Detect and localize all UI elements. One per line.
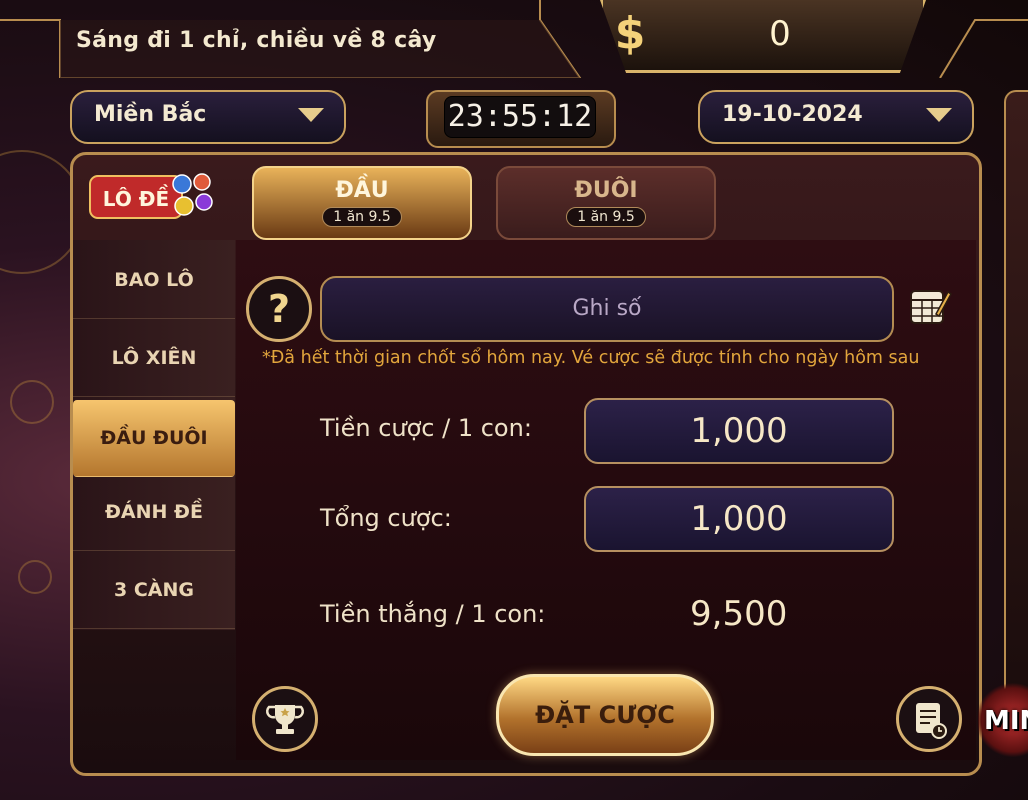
sidebar-item-lo-xien[interactable]: LÔ XIÊN bbox=[73, 320, 235, 397]
total-bet-label: Tổng cược: bbox=[320, 504, 452, 532]
bet-per-input[interactable]: 1,000 bbox=[584, 398, 894, 464]
odds-badge: 1 ăn 9.5 bbox=[566, 207, 646, 227]
odds-badge: 1 ăn 9.5 bbox=[322, 207, 402, 227]
edit-table-icon[interactable] bbox=[908, 286, 952, 328]
place-bet-button[interactable]: ĐẶT CƯỢC bbox=[496, 674, 714, 756]
win-per-value: 9,500 bbox=[690, 594, 788, 634]
number-input[interactable]: Ghi số bbox=[320, 276, 894, 342]
help-button[interactable]: ? bbox=[246, 276, 312, 342]
tab-title: ĐUÔI bbox=[574, 178, 638, 203]
bokeh-decoration bbox=[18, 560, 52, 594]
bet-per-label: Tiền cược / 1 con: bbox=[320, 414, 532, 442]
trophy-icon bbox=[266, 705, 304, 734]
slogan-text: Sáng đi 1 chỉ, chiều về 8 cây bbox=[76, 28, 437, 53]
deadline-notice: *Đã hết thời gian chốt sổ hôm nay. Vé cư… bbox=[262, 348, 920, 368]
question-icon: ? bbox=[267, 287, 291, 331]
tab-dau[interactable]: ĐẦU 1 ăn 9.5 bbox=[252, 166, 472, 240]
dropdown-arrow-icon bbox=[926, 108, 952, 122]
date-select-value: 19-10-2024 bbox=[722, 102, 863, 127]
countdown-clock: 23:55:12 bbox=[444, 96, 596, 138]
sidebar-item-bao-lo[interactable]: BAO LÔ bbox=[73, 242, 235, 319]
sidebar-item-dau-duoi[interactable]: ĐẦU ĐUÔI bbox=[73, 400, 235, 477]
win-per-label: Tiền thắng / 1 con: bbox=[320, 600, 546, 628]
sidebar-item-3-cang[interactable]: 3 CÀNG bbox=[73, 552, 235, 629]
history-button[interactable] bbox=[896, 686, 962, 752]
side-panel-edge bbox=[1004, 90, 1028, 714]
balance-value: 0 bbox=[769, 14, 791, 54]
tab-title: ĐẦU bbox=[335, 178, 389, 203]
lo-de-logo: LÔ ĐỀ bbox=[89, 173, 213, 219]
mini-game-label: MIN bbox=[984, 706, 1028, 736]
tab-duoi[interactable]: ĐUÔI 1 ăn 9.5 bbox=[496, 166, 716, 240]
dollar-coin-icon: $ bbox=[614, 8, 646, 59]
leaderboard-button[interactable] bbox=[252, 686, 318, 752]
history-icon bbox=[916, 703, 947, 739]
sidebar-item-danh-de[interactable]: ĐÁNH ĐỀ bbox=[73, 474, 235, 551]
region-select-value: Miền Bắc bbox=[94, 102, 207, 127]
dropdown-arrow-icon bbox=[298, 108, 324, 122]
total-bet-value: 1,000 bbox=[584, 486, 894, 552]
svg-text:LÔ ĐỀ: LÔ ĐỀ bbox=[103, 185, 169, 211]
bokeh-decoration bbox=[10, 380, 54, 424]
